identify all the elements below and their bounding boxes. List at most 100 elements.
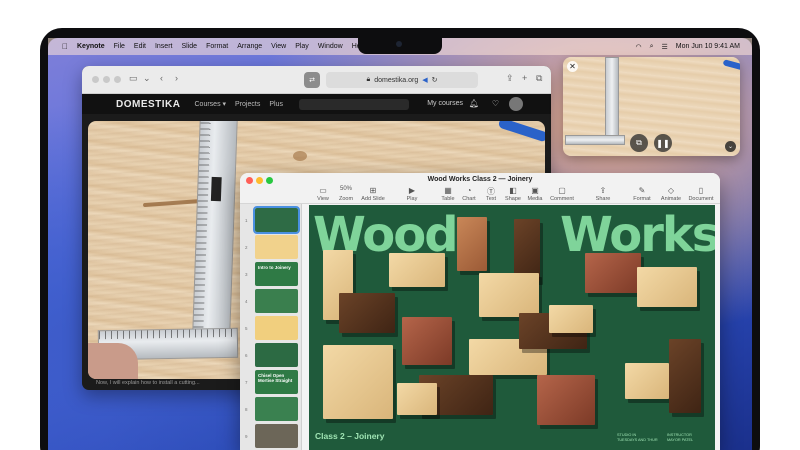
text-label: Text: [485, 196, 497, 202]
slide-number: 5: [245, 326, 248, 331]
wifi-icon[interactable]: ◠: [635, 43, 641, 51]
joint-block[interactable]: [537, 375, 595, 425]
nav-courses[interactable]: Courses ▾: [195, 100, 227, 108]
share-label: Share: [595, 196, 611, 202]
slide-number: 6: [245, 353, 248, 358]
square-ruler-vertical: [605, 57, 619, 141]
slide-navigator: 1 2 3 Intro to Joinery 4 5 6 7 Chisel Op…: [240, 204, 302, 450]
slide-canvas[interactable]: Wood Works Class 2 – Joinery STUDIO IN T…: [309, 205, 715, 450]
slide-thumbnail-1[interactable]: [253, 206, 300, 234]
tab-overview-icon[interactable]: ⧉: [536, 73, 542, 84]
close-icon[interactable]: ✕: [567, 61, 578, 72]
menu-format[interactable]: Format: [206, 43, 228, 50]
slide-thumbnail-3[interactable]: Intro to Joinery: [255, 262, 298, 286]
joint-block[interactable]: [402, 317, 452, 365]
chevron-down-icon[interactable]: ⌄: [725, 141, 736, 152]
media-icon: ▣: [531, 186, 539, 195]
bell-icon[interactable]: 🔔︎: [469, 99, 479, 108]
slide-thumbnail-8[interactable]: [255, 397, 298, 421]
back-icon[interactable]: ‹: [160, 73, 163, 83]
menu-insert[interactable]: Insert: [155, 43, 173, 50]
audio-playing-icon[interactable]: ◀︎: [422, 76, 427, 84]
slide-meta-right[interactable]: INSTRUCTOR MAYOR PATEL: [667, 433, 693, 442]
slide-thumbnail-9[interactable]: [255, 424, 298, 448]
apple-logo-icon[interactable]: : [62, 42, 68, 51]
play-button[interactable]: ▶ Play: [397, 186, 427, 202]
share-button[interactable]: ⇪ Share: [588, 186, 618, 202]
joint-block[interactable]: [323, 345, 393, 419]
slide-thumbnail-6[interactable]: [255, 343, 298, 367]
minimize-window-button[interactable]: [103, 76, 110, 83]
heart-icon[interactable]: ♡: [492, 99, 499, 108]
zoom-window-button[interactable]: [114, 76, 121, 83]
meta-line: INSTRUCTOR: [667, 433, 692, 437]
pause-icon[interactable]: ❚❚: [654, 134, 672, 152]
slide-thumbnail-7[interactable]: Chisel Open Mortise Straight: [255, 370, 298, 394]
menu-app-name[interactable]: Keynote: [77, 43, 105, 50]
menu-edit[interactable]: Edit: [134, 43, 146, 50]
share-icon[interactable]: ⇪: [506, 73, 514, 84]
picture-in-picture-window[interactable]: ✕ ⧉ ❚❚ ⌄: [563, 57, 740, 156]
menu-window[interactable]: Window: [318, 43, 343, 50]
paintbrush-icon: ✎: [638, 186, 646, 195]
slide-number: 3: [245, 272, 248, 277]
document-label: Document: [688, 196, 714, 202]
slide-meta-left[interactable]: STUDIO IN TUESDAYS AND THUR: [617, 433, 658, 442]
nav-plus[interactable]: Plus: [269, 101, 283, 108]
slide-subtitle[interactable]: Class 2 – Joinery: [315, 431, 384, 441]
shape-label: Shape: [505, 196, 521, 202]
new-tab-icon[interactable]: +: [522, 73, 527, 83]
browser-toolbar: ▭ ⌄ ‹ › ⇄ 🔒︎ domestika.org ◀︎ ↻ ⇪ + ⧉: [82, 66, 551, 94]
joint-block[interactable]: [339, 293, 395, 333]
slide-thumbnail-4[interactable]: [255, 289, 298, 313]
nav-projects[interactable]: Projects: [235, 101, 260, 108]
wood-knot: [293, 151, 307, 161]
joint-block[interactable]: [389, 253, 445, 287]
my-courses-link[interactable]: My courses: [427, 100, 463, 107]
slide-number: 9: [245, 434, 248, 439]
menu-file[interactable]: File: [114, 43, 125, 50]
close-window-button[interactable]: [92, 76, 99, 83]
slide-number: 7: [245, 380, 248, 385]
menu-extras: ◠ ⌕ ☰ Mon Jun 10 9:41 AM: [635, 38, 740, 55]
keynote-toolbar: Wood Works Class 2 — Joinery ▭ View 50% Zo…: [240, 173, 720, 204]
exit-pip-icon[interactable]: ⧉: [630, 134, 648, 152]
joint-block[interactable]: [397, 383, 437, 415]
document-icon: ▯: [698, 186, 704, 195]
animate-button[interactable]: ◇ Animate: [656, 186, 686, 202]
joint-block[interactable]: [549, 305, 593, 333]
menu-play[interactable]: Play: [295, 43, 309, 50]
search-icon[interactable]: ⌕: [650, 43, 654, 51]
joint-block[interactable]: [637, 267, 697, 307]
site-logo[interactable]: DOMESTIKA: [116, 99, 181, 110]
slide-number: 2: [245, 245, 248, 250]
site-settings-icon[interactable]: ⇄: [304, 72, 320, 88]
forward-icon[interactable]: ›: [175, 73, 178, 83]
document-button[interactable]: ▯ Document: [686, 186, 716, 202]
joint-block[interactable]: [585, 253, 641, 293]
reload-icon[interactable]: ↻: [432, 76, 438, 84]
menu-arrange[interactable]: Arrange: [237, 43, 262, 50]
site-search-input[interactable]: [298, 98, 409, 110]
format-button[interactable]: ✎ Format: [627, 186, 657, 202]
add-slide-button[interactable]: ⊞ Add Slide: [358, 186, 388, 202]
joint-block[interactable]: [514, 219, 540, 281]
zoom-select[interactable]: 50% Zoom: [331, 186, 361, 202]
joint-block[interactable]: [669, 339, 701, 413]
menu-slide[interactable]: Slide: [181, 43, 197, 50]
comment-button[interactable]: ▢ Comment: [547, 186, 577, 202]
menu-view[interactable]: View: [271, 43, 286, 50]
chart-label: Chart: [462, 196, 476, 202]
chevron-down-icon[interactable]: ⌄: [143, 73, 151, 84]
joint-block[interactable]: [457, 217, 487, 271]
slide-thumbnail-2[interactable]: [255, 235, 298, 259]
joint-block[interactable]: [625, 363, 669, 399]
media-button[interactable]: ▣ Media: [520, 186, 550, 202]
menu-clock[interactable]: Mon Jun 10 9:41 AM: [676, 43, 740, 50]
joint-block[interactable]: [479, 273, 539, 317]
avatar[interactable]: [509, 97, 523, 111]
slide-thumbnail-5[interactable]: [255, 316, 298, 340]
sidebar-toggle-icon[interactable]: ▭: [129, 73, 138, 84]
address-bar[interactable]: 🔒︎ domestika.org ◀︎ ↻: [326, 72, 478, 88]
control-center-icon[interactable]: ☰: [662, 43, 668, 51]
